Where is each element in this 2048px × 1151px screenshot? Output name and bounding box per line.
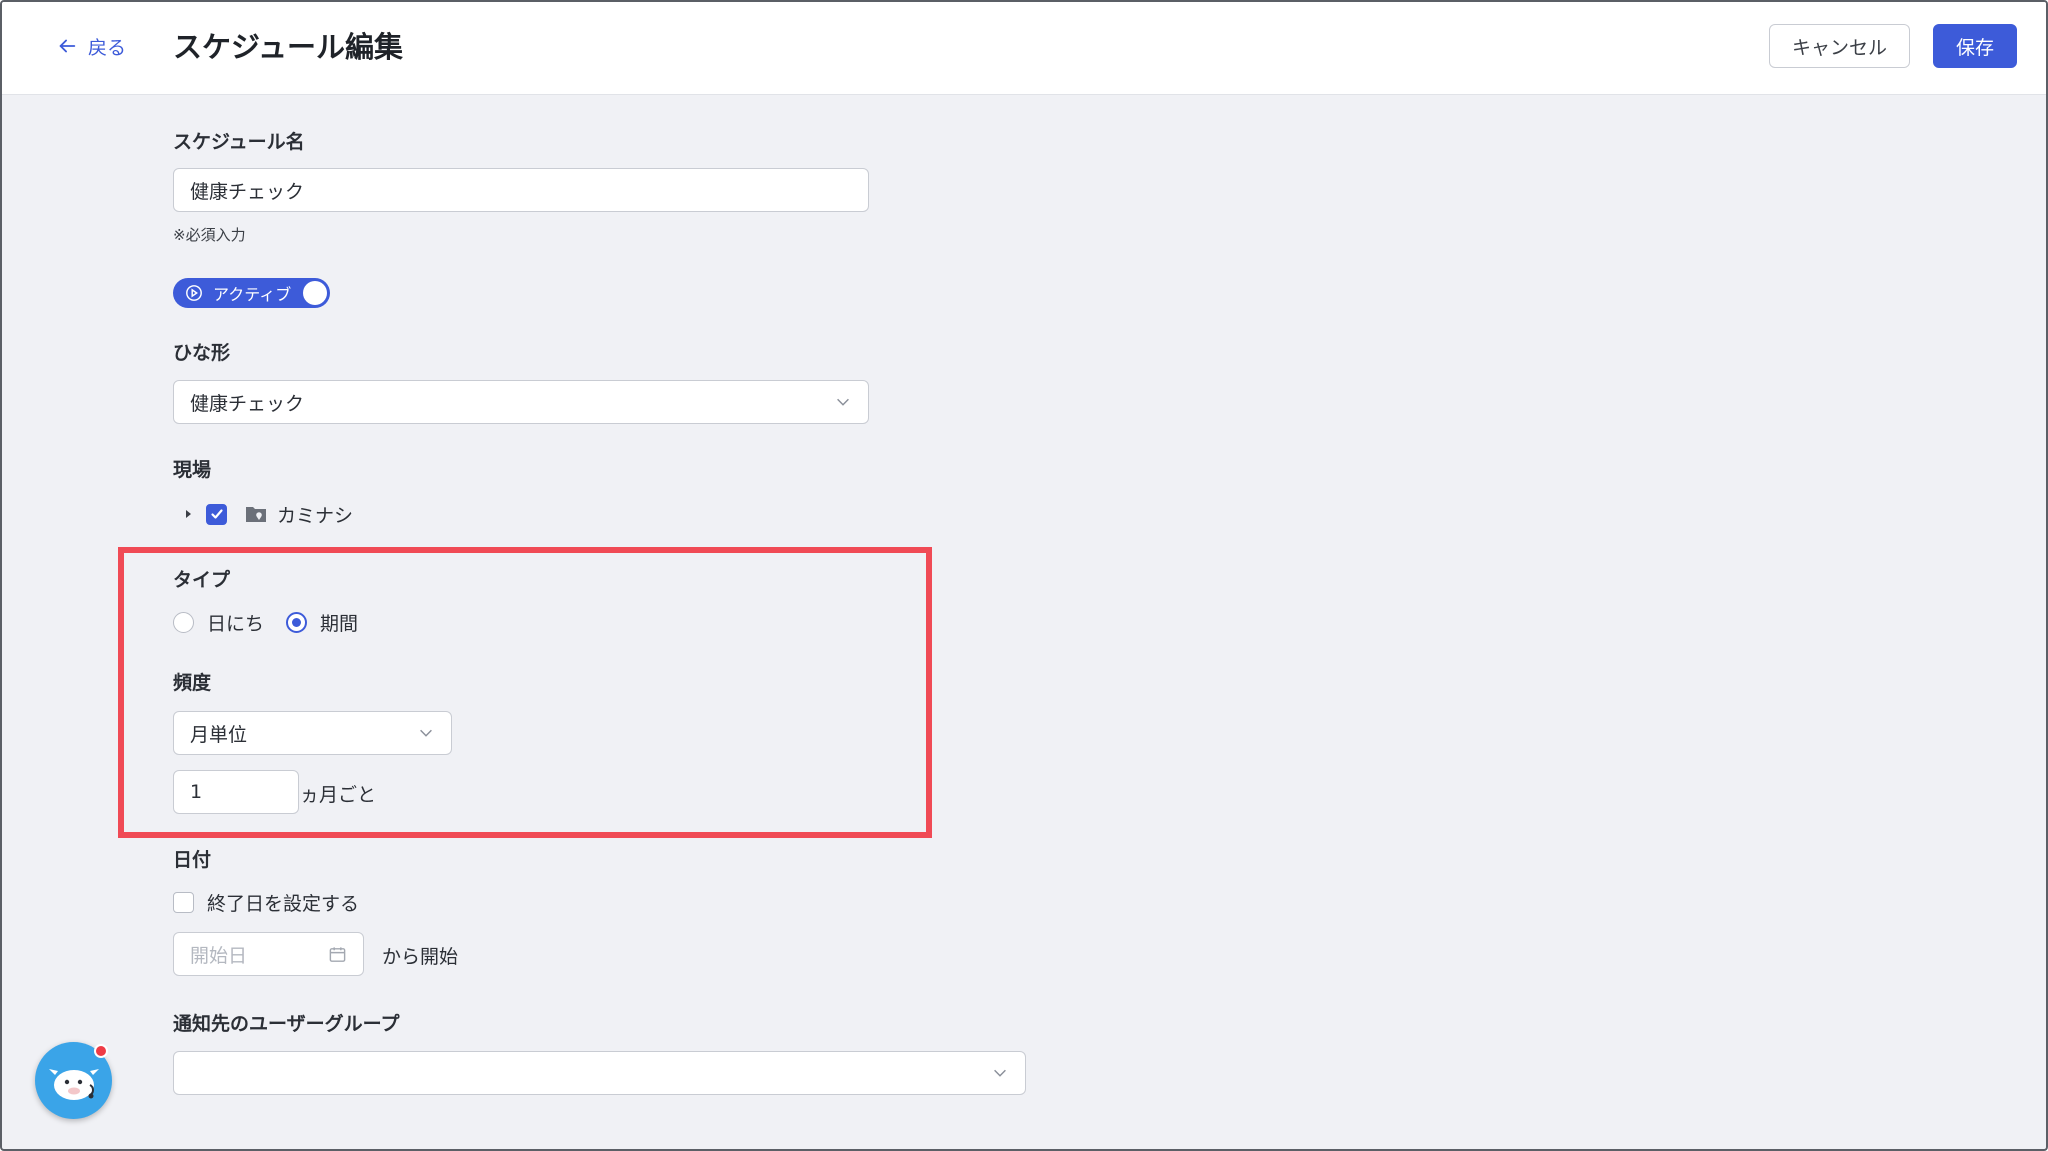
- frequency-label: 頻度: [173, 672, 212, 694]
- required-hint: ※必須入力: [173, 226, 246, 244]
- type-radio-date[interactable]: [173, 611, 194, 633]
- type-radio-period-label: 期間: [320, 612, 359, 635]
- play-circle-icon: [186, 285, 202, 301]
- caret-right-icon[interactable]: [182, 508, 194, 520]
- cancel-button[interactable]: キャンセル: [1769, 24, 1910, 68]
- schedule-name-input[interactable]: 健康チェック: [173, 168, 869, 212]
- arrow-left-icon: [59, 39, 76, 53]
- notify-group-select[interactable]: [173, 1051, 1026, 1095]
- folder-location-icon: [246, 507, 266, 522]
- site-tree-item: カミナシ: [182, 499, 353, 529]
- page-header: 戻る スケジュール編集 キャンセル 保存: [2, 2, 2046, 95]
- site-label: 現場: [173, 459, 212, 481]
- app-frame: 戻る スケジュール編集 キャンセル 保存 スケジュール名 健康チェック ※必須入…: [0, 0, 2048, 1151]
- save-button[interactable]: 保存: [1933, 24, 2017, 68]
- start-date-input[interactable]: 開始日: [173, 932, 364, 976]
- site-item-label: カミナシ: [277, 504, 354, 527]
- notify-group-label: 通知先のユーザーグループ: [173, 1013, 400, 1035]
- notification-badge: [94, 1044, 108, 1058]
- end-date-checkbox[interactable]: [173, 891, 194, 913]
- type-radio-date-label: 日にち: [207, 612, 265, 635]
- date-label: 日付: [173, 849, 212, 871]
- frequency-select[interactable]: 月単位: [173, 711, 452, 755]
- template-select[interactable]: 健康チェック: [173, 380, 869, 424]
- active-toggle-label: アクティブ: [213, 285, 292, 304]
- check-icon: [210, 509, 223, 519]
- chevron-down-icon: [994, 1069, 1006, 1077]
- page-title: スケジュール編集: [173, 30, 403, 64]
- start-date-placeholder: 開始日: [190, 944, 248, 967]
- type-radio-group: 日にち 期間: [173, 607, 380, 637]
- interval-input[interactable]: 1: [173, 770, 299, 814]
- interval-value: 1: [190, 781, 203, 803]
- schedule-name-value: 健康チェック: [190, 180, 305, 203]
- chevron-down-icon: [420, 729, 432, 737]
- type-label: タイプ: [173, 569, 231, 591]
- back-label: 戻る: [88, 36, 127, 59]
- end-date-checkbox-row: 終了日を設定する: [173, 887, 359, 917]
- interval-suffix: ヵ月ごと: [300, 784, 377, 806]
- active-toggle[interactable]: アクティブ: [173, 278, 330, 308]
- template-value: 健康チェック: [190, 392, 305, 415]
- calendar-icon: [329, 947, 346, 962]
- site-checkbox[interactable]: [206, 503, 227, 525]
- template-label: ひな形: [173, 342, 231, 364]
- type-radio-period[interactable]: [286, 611, 308, 633]
- toggle-knob: [303, 281, 327, 305]
- schedule-name-label: スケジュール名: [173, 131, 305, 153]
- end-date-checkbox-label: 終了日を設定する: [207, 892, 360, 915]
- chevron-down-icon: [837, 398, 849, 406]
- mascot-icon: [48, 1068, 99, 1100]
- frequency-value: 月単位: [190, 723, 248, 746]
- start-date-suffix: から開始: [382, 946, 459, 968]
- back-link[interactable]: 戻る: [56, 31, 126, 61]
